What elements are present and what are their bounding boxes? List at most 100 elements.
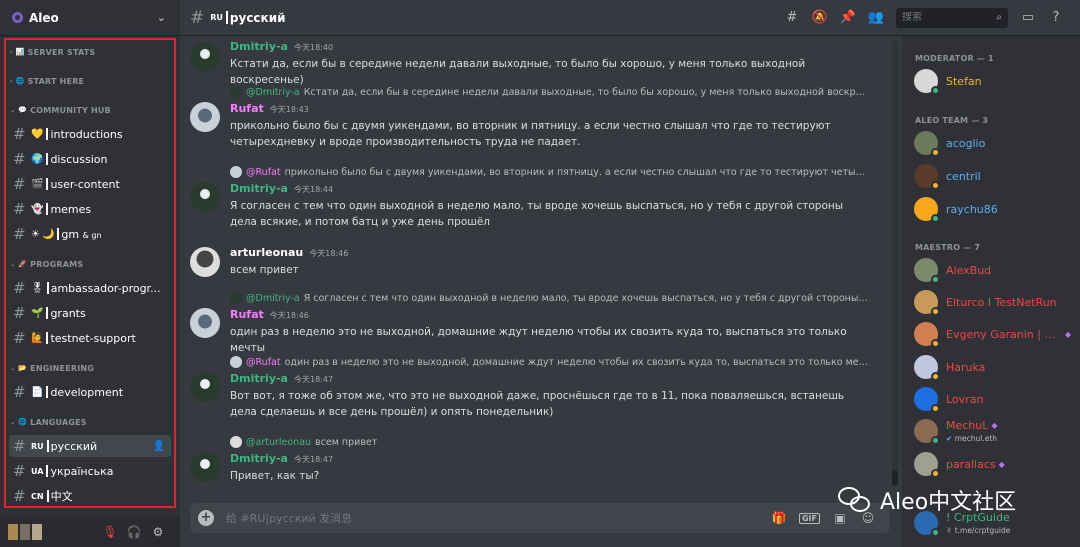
message-author[interactable]: Rufat [230,102,264,115]
avatar[interactable] [8,524,98,540]
member-item[interactable]: Evgeny Garanin | No... ◆ [914,320,1074,348]
pin-icon[interactable]: 📌 [834,10,862,25]
member-item[interactable]: AlexBud [914,256,1074,284]
reply-preview[interactable]: @arturleonau всем привет [230,436,870,448]
moon-icon: 🌙 [41,228,55,240]
message-author[interactable]: Dmitriy-a [230,40,288,53]
channel-user-content[interactable]: # 🎬 user-content [9,173,171,195]
member-name: centril [946,169,981,183]
category-programs[interactable]: ⌄ 🚀 PROGRAMS [10,257,174,271]
earth-icon: 🌍 [31,153,44,165]
channel-grants[interactable]: # 🌱 grants [9,302,171,324]
avatar [914,290,940,316]
channel-label: 中文 [50,490,73,503]
avatar[interactable] [190,102,220,132]
member-item[interactable]: acoglio [914,129,1074,157]
message-author[interactable]: Dmitriy-a [230,452,288,465]
hash-icon: # [13,150,26,168]
avatar[interactable] [190,452,220,482]
threads-icon[interactable]: # [778,10,806,25]
avatar[interactable] [190,182,220,212]
message-author[interactable]: Dmitriy-a [230,372,288,385]
hash-icon: # [13,329,26,347]
hash-icon: # [13,200,26,218]
avatar [914,197,940,223]
reply-preview[interactable]: @Rufat прикольно было бы с двумя уикенда… [230,166,870,178]
speech-icon: 💬 [18,106,28,114]
member-item[interactable]: Lovran [914,385,1074,413]
reply-preview[interactable]: @Dmitriy-a Я согласен с тем что один вых… [230,292,870,304]
add-attachment-icon[interactable]: + [198,510,214,526]
channel-testnet-support[interactable]: # 🙋 testnet-support [9,327,171,349]
category-start-here[interactable]: › 🌐 START HERE [10,74,174,88]
channel-discussion[interactable]: # 🌍 discussion [9,148,171,170]
chart-icon: 📊 [15,48,25,56]
search-box[interactable]: ⌕ [896,7,1008,28]
avatar [914,387,940,413]
gif-icon[interactable]: GIF [798,512,820,524]
gear-icon[interactable]: ⚙ [146,525,170,539]
member-item[interactable]: Elturco I TestNetRun [914,288,1074,316]
channel-ukrainian[interactable]: # UA українська [9,460,171,482]
reply-preview[interactable]: @Rufat один раз в неделю это не выходной… [230,356,870,368]
avatar[interactable] [190,372,220,402]
member-item[interactable]: parallacs ◆ [914,450,1074,478]
avatar[interactable] [190,42,220,72]
seedling-icon: 🌱 [31,307,44,319]
category-label: LANGUAGES [30,417,87,427]
category-languages[interactable]: ⌄ 🌐 LANGUAGES [10,415,174,429]
reply-preview[interactable]: @Dmitriy-a Кстати да, если бы в середине… [230,86,870,98]
channel-label: gm & gn [61,227,102,241]
reply-author: @arturleonau [246,436,312,448]
message-author[interactable]: arturleonau [230,246,303,259]
avatar [914,452,940,478]
message-input[interactable] [226,511,765,525]
hash-icon: # [13,279,26,297]
member-item[interactable]: Haruka [914,353,1074,381]
channel-memes[interactable]: # 👻 memes [9,198,171,220]
hash-icon: # [13,383,26,401]
member-item[interactable]: raychu86 [914,195,1074,223]
channel-introductions[interactable]: # 💛 introductions [9,123,171,145]
channel-development[interactable]: # 📄 development [9,381,171,403]
channel-chinese[interactable]: # CN 中文 [9,485,171,507]
member-item[interactable]: Stefan [914,67,1074,95]
avatar [914,164,940,190]
inbox-icon[interactable]: ▭ [1014,10,1042,25]
message-timestamp: 今天18:46 [309,249,349,258]
server-header[interactable]: Aleo ⌄ [0,0,180,36]
chevron-down-icon[interactable]: ⌄ [157,11,166,24]
reply-author: @Rufat [246,356,281,368]
message-author[interactable]: Rufat [230,308,264,321]
avatar [914,322,940,348]
category-engineering[interactable]: ⌄ 📂 ENGINEERING [10,361,174,375]
scrollbar-track[interactable] [892,40,898,486]
message-author[interactable]: Dmitriy-a [230,182,288,195]
raised-hand-icon: 🙋 [31,332,44,344]
channel-russian[interactable]: # RU русский 👤 [9,435,171,457]
members-icon[interactable]: 👥 [862,10,890,25]
sun-icon: ☀ [31,228,40,240]
channel-ambassador-program[interactable]: # 🎖 ambassador-progr... [9,277,171,299]
mute-microphone-icon[interactable]: 🎙 [98,525,122,539]
avatar[interactable] [190,247,220,277]
headphones-icon[interactable]: 🎧 [122,525,146,539]
category-label: START HERE [27,76,85,86]
gift-icon[interactable]: 🎁 [765,511,793,525]
member-item[interactable]: centril [914,162,1074,190]
member-item[interactable]: MechuL ◆ ✔ mechul.eth [914,417,1074,445]
avatar [914,131,940,157]
avatar[interactable] [190,308,220,338]
hash-icon: # [13,487,26,505]
message-text: Я согласен с тем что один выходной в нед… [230,200,844,228]
avatar [230,292,242,304]
member-status: ✔ mechul.eth [946,434,998,443]
channel-gm-gn[interactable]: # ☀ 🌙 gm & gn [9,223,171,245]
add-user-icon[interactable]: 👤 [153,441,165,452]
category-server-stats[interactable]: › 📊 SERVER STATS [10,45,174,59]
search-icon: ⌕ [996,12,1002,23]
search-input[interactable] [902,12,997,23]
mute-bell-icon[interactable]: 🔕 [806,10,834,25]
category-community-hub[interactable]: ⌄ 💬 COMMUNITY HUB [10,103,174,117]
help-icon[interactable]: ? [1042,10,1070,25]
